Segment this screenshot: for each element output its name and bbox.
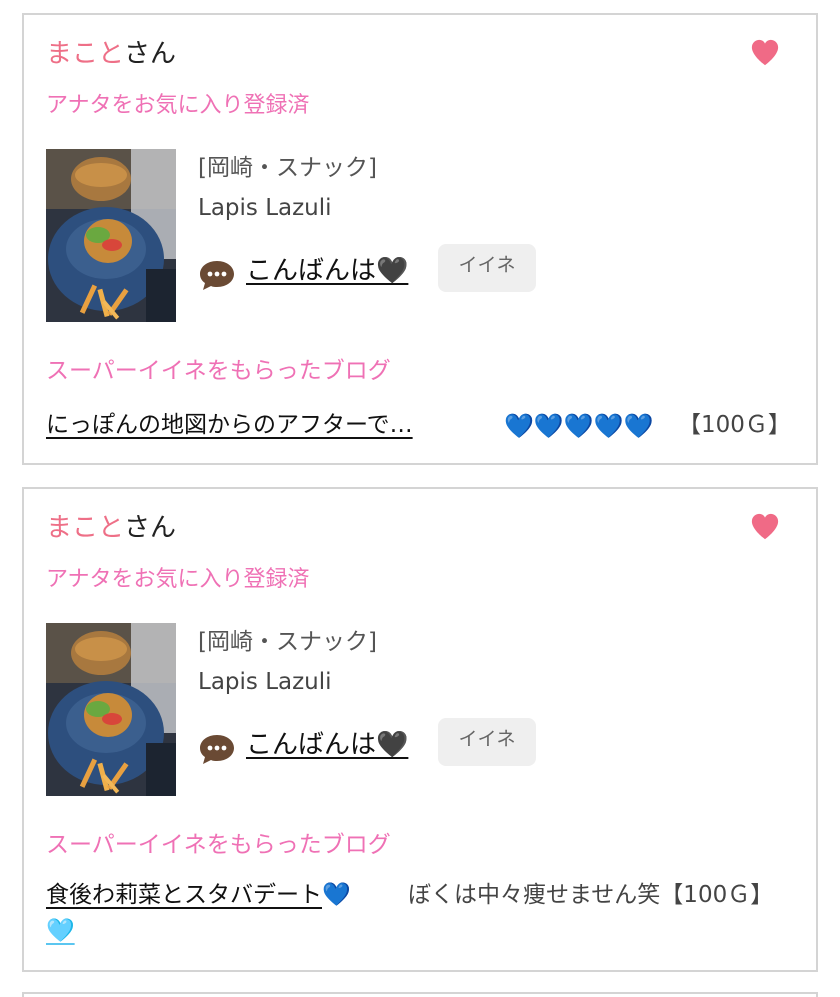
- profile-photo[interactable]: [46, 149, 176, 322]
- iine-button[interactable]: イイネ: [438, 244, 536, 292]
- shop-name: Lapis Lazuli: [198, 195, 332, 221]
- blog-title-link[interactable]: にっぽんの地図からのアフターで…: [46, 408, 413, 442]
- activity-card: [22, 992, 818, 997]
- blog-description: ぼくは中々痩せません笑【100Ｇ】: [408, 882, 774, 908]
- activity-feed: まことさん アナタをお気に入り登録済 [岡崎・スナック] Lapis Lazul…: [0, 0, 840, 997]
- user-line[interactable]: まことさん: [46, 37, 176, 71]
- blog-hearts: 💙💙💙💙💙: [504, 412, 654, 440]
- super-iine-label: スーパーイイネをもらったブログ: [46, 358, 391, 384]
- speech-bubble-icon: [200, 261, 234, 290]
- speech-bubble-icon: [200, 735, 234, 764]
- comment-link[interactable]: こんばんは🖤: [246, 727, 408, 763]
- activity-card: まことさん アナタをお気に入り登録済 [岡崎・スナック] Lapis Lazul…: [22, 487, 818, 972]
- light-blue-heart-emoji: 🩵: [46, 918, 75, 944]
- reward-amount: 【100Ｇ】: [678, 412, 791, 438]
- super-iine-label: スーパーイイネをもらったブログ: [46, 832, 391, 858]
- comment-link[interactable]: こんばんは🖤: [246, 253, 408, 289]
- shop-category: [岡崎・スナック]: [198, 155, 377, 181]
- heart-icon[interactable]: [750, 511, 780, 541]
- user-line[interactable]: まことさん: [46, 511, 176, 545]
- activity-card: まことさん アナタをお気に入り登録済 [岡崎・スナック] Lapis Lazul…: [22, 13, 818, 465]
- iine-button[interactable]: イイネ: [438, 718, 536, 766]
- blog-title-text[interactable]: 食後わ莉菜とスタバデート: [46, 882, 322, 908]
- heart-icon[interactable]: [750, 37, 780, 67]
- user-name[interactable]: まこと: [46, 39, 124, 69]
- profile-photo[interactable]: [46, 623, 176, 796]
- honorific: さん: [124, 513, 177, 543]
- honorific: さん: [124, 39, 177, 69]
- shop-name: Lapis Lazuli: [198, 669, 332, 695]
- user-name[interactable]: まこと: [46, 513, 124, 543]
- favorite-status: アナタをお気に入り登録済: [46, 567, 310, 592]
- blue-heart-emoji: 💙: [322, 882, 351, 908]
- favorite-status: アナタをお気に入り登録済: [46, 93, 310, 118]
- shop-category: [岡崎・スナック]: [198, 629, 377, 655]
- blog-title-link[interactable]: 食後わ莉菜とスタバデート💙 🩵: [46, 877, 396, 949]
